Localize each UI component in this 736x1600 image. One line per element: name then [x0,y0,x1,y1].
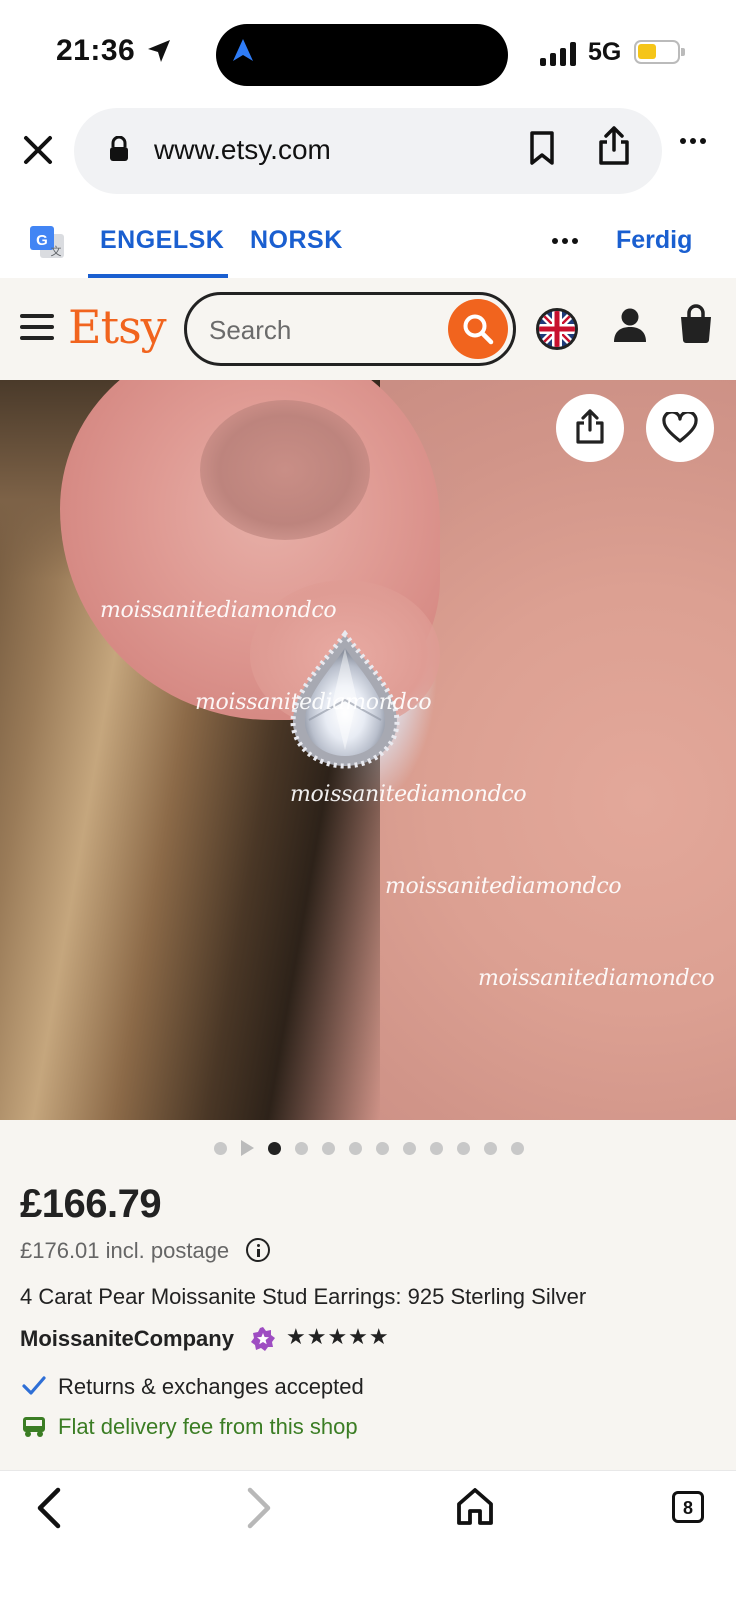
browser-toolbar: 8 [0,1470,736,1600]
navigation-icon [233,39,253,61]
checkmark-icon [22,1376,46,1395]
listing-details: £166.79 £176.01 incl. postage 4 Carat Pe… [0,1120,736,1470]
bookmark-icon[interactable] [528,130,556,166]
browser-url-row: www.etsy.com [0,100,736,200]
more-icon[interactable] [680,138,706,144]
close-icon[interactable] [22,134,54,166]
back-arrow-icon[interactable] [34,1487,64,1529]
carousel-dot[interactable] [457,1141,470,1155]
search-placeholder: Search [209,315,292,345]
etsy-header: Etsy Search [0,278,736,380]
carousel-dot[interactable] [322,1141,335,1155]
forward-arrow-icon[interactable] [244,1487,274,1529]
etsy-logo[interactable]: Etsy [68,300,167,354]
star-seller-badge-icon [251,1327,275,1351]
watermark-text: moissanitediamondco [100,598,337,623]
delivery-info: Flat delivery fee from this shop [58,1414,358,1439]
lock-icon [110,136,128,161]
url-text[interactable]: www.etsy.com [154,134,331,166]
dynamic-island [216,24,508,86]
carousel-dot[interactable] [430,1141,443,1155]
watermark-text: moissanitediamondco [195,690,432,715]
battery-icon [634,40,685,64]
carousel-dot-active[interactable] [268,1141,281,1155]
price: £166.79 [20,1182,162,1226]
product-image[interactable]: moissanitediamondco moissanitediamondco … [0,380,736,1120]
returns-policy: Returns & exchanges accepted [58,1374,364,1399]
info-icon[interactable] [246,1238,270,1262]
listing-title: 4 Carat Pear Moissanite Stud Earrings: 9… [20,1284,587,1309]
rating-stars[interactable]: ★★★★★ [286,1324,390,1350]
postage-note: £176.01 incl. postage [20,1238,230,1263]
tab-source-language[interactable]: ENGELSK [88,200,228,278]
google-translate-icon[interactable]: G 文 [28,224,66,262]
menu-icon[interactable] [20,314,54,347]
tab-count: 8 [682,1498,693,1518]
svg-text:G: G [36,232,48,249]
carousel-dot[interactable] [484,1141,497,1155]
share-icon [576,409,604,444]
location-arrow-icon [148,40,170,62]
watermark-text: moissanitediamondco [478,966,715,991]
shop-name-link[interactable]: MoissaniteCompany [20,1326,234,1352]
done-button[interactable]: Ferdig [616,226,692,255]
svg-text:文: 文 [51,244,62,258]
search-icon [463,314,494,345]
region-flag-icon[interactable] [536,308,578,350]
watermark-text: moissanitediamondco [385,874,622,899]
network-type: 5G [588,38,622,66]
tab-target-language[interactable]: NORSK [250,226,343,255]
carousel-dot[interactable] [349,1141,362,1155]
cart-icon[interactable] [678,304,714,344]
account-icon[interactable] [612,306,648,344]
favorite-button[interactable] [646,394,714,462]
status-bar: 21:36 5G [0,0,736,100]
carousel-dot[interactable] [511,1141,524,1155]
watermark-text: moissanitediamondco [290,782,527,807]
heart-icon [662,412,698,443]
address-bar[interactable]: www.etsy.com [74,108,662,194]
carousel-dot[interactable] [295,1141,308,1155]
share-icon[interactable] [596,126,632,166]
search-input[interactable]: Search [184,292,516,366]
translate-more-icon[interactable] [552,238,578,244]
status-time: 21:36 [56,34,136,67]
cellular-signal-icon [540,42,576,66]
share-listing-button[interactable] [556,394,624,462]
search-button[interactable] [448,299,508,359]
carousel-dot[interactable] [214,1141,227,1155]
carousel-dot[interactable] [403,1141,416,1155]
image-carousel-indicator[interactable] [214,1140,524,1156]
carousel-dot[interactable] [376,1141,389,1155]
source-language-label: ENGELSK [100,226,225,254]
video-play-icon[interactable] [241,1140,254,1156]
home-icon[interactable] [456,1487,494,1527]
tabs-button[interactable]: 8 [672,1491,704,1523]
translate-bar: G 文 ENGELSK NORSK Ferdig [0,200,736,278]
delivery-truck-icon [23,1417,45,1437]
